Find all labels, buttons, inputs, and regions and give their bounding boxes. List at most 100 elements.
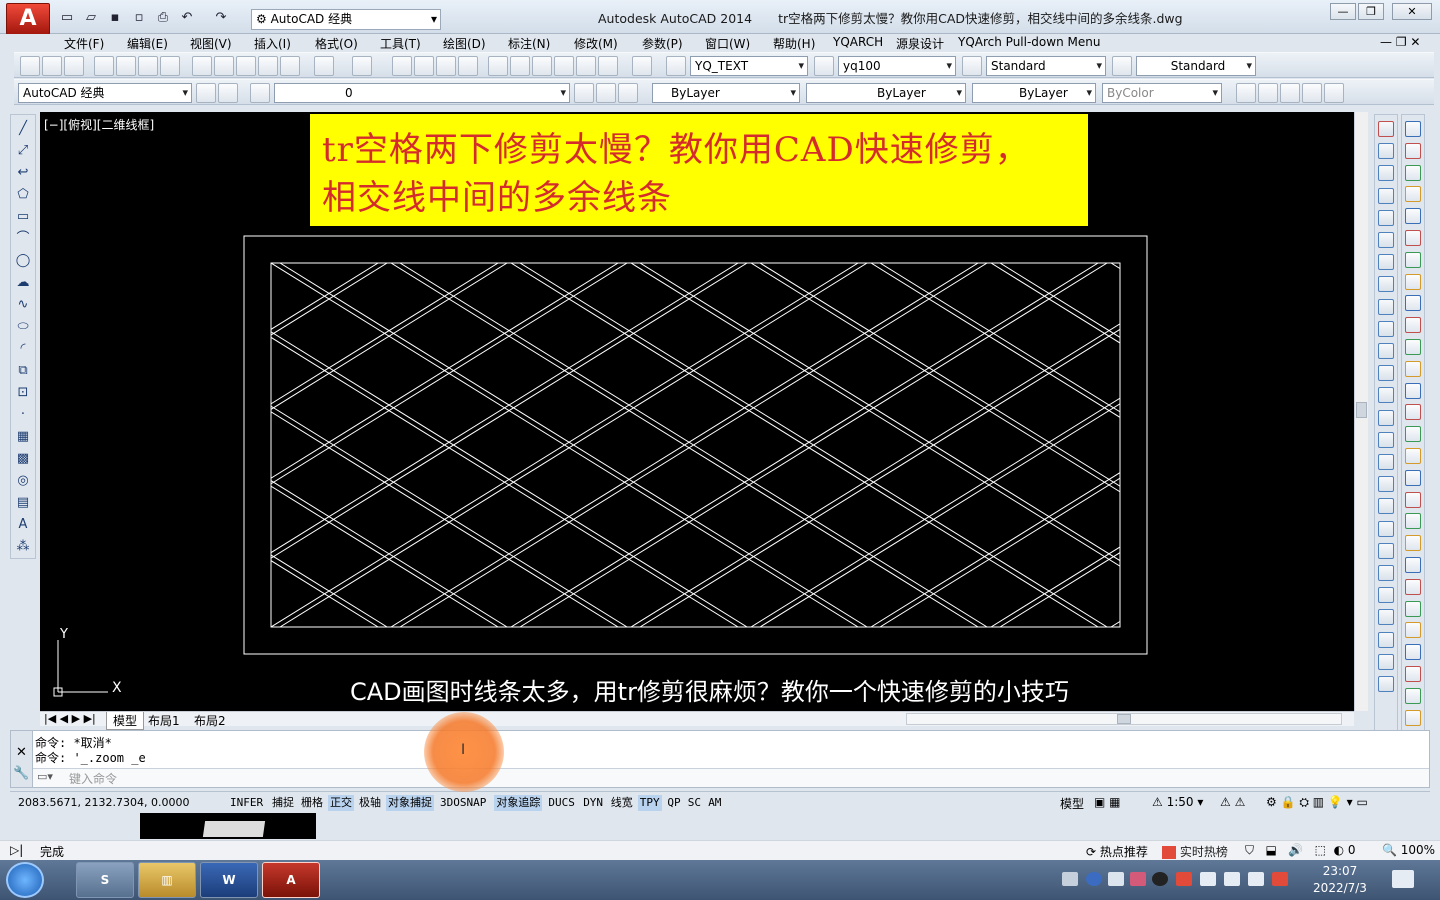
- tab-layout2[interactable]: 布局2: [192, 712, 228, 729]
- reference-icon[interactable]: [1378, 676, 1394, 692]
- status-toggle-11[interactable]: TPY: [637, 795, 662, 811]
- workspace-settings-icon[interactable]: [196, 83, 216, 103]
- 3d-dwf-icon[interactable]: [160, 56, 180, 76]
- command-prompt-icon[interactable]: ▭▾: [37, 770, 53, 783]
- status-toggle-1[interactable]: 捕捉: [270, 795, 296, 811]
- yqarch-tool-3-icon[interactable]: [1405, 186, 1421, 203]
- add-selected-icon[interactable]: ⁂: [14, 539, 32, 555]
- hatch-line[interactable]: [40, 263, 258, 627]
- tab-model[interactable]: 模型: [106, 712, 145, 730]
- table-style-icon[interactable]: [962, 56, 982, 76]
- flag-icon[interactable]: [1272, 872, 1288, 886]
- redo-icon[interactable]: ↷: [212, 9, 230, 27]
- table-icon[interactable]: ▤: [14, 495, 32, 511]
- gradient-icon[interactable]: ▩: [14, 451, 32, 467]
- menu-window[interactable]: 窗口(W): [705, 35, 750, 52]
- copy-icon[interactable]: [214, 56, 234, 76]
- linetype-dropdown[interactable]: ByLayer: [806, 83, 966, 103]
- menu-help[interactable]: 帮助(H): [773, 35, 815, 52]
- hatch-line[interactable]: [870, 263, 1354, 627]
- status-toggle-14[interactable]: AM: [706, 795, 723, 811]
- yqarch-tool-22-icon[interactable]: [1405, 600, 1421, 617]
- menu-draw[interactable]: 绘图(D): [443, 35, 486, 52]
- rotate-icon[interactable]: [1378, 254, 1394, 271]
- workspace-dropdown-2[interactable]: AutoCAD 经典: [18, 83, 192, 103]
- draworder-icon[interactable]: [1378, 520, 1394, 537]
- design-center-icon[interactable]: [510, 56, 530, 76]
- polygonal-viewport-icon[interactable]: [1280, 83, 1300, 103]
- customize-icon[interactable]: 🔧: [11, 766, 32, 781]
- color-dropdown[interactable]: ByLayer: [652, 83, 800, 103]
- yqarch-tool-4-icon[interactable]: [1405, 208, 1421, 225]
- pan-icon[interactable]: [392, 56, 412, 76]
- table-style-dropdown[interactable]: Standard: [986, 56, 1106, 76]
- edit-text-icon[interactable]: [1378, 631, 1394, 648]
- hatch-line[interactable]: [40, 263, 619, 627]
- menu-edit[interactable]: 编辑(E): [127, 35, 168, 52]
- yqarch-tool-27-icon[interactable]: [1405, 709, 1421, 726]
- hatch-line[interactable]: [879, 263, 1354, 627]
- mirror-icon[interactable]: [1378, 165, 1394, 182]
- menu-yuanquan[interactable]: 源泉设计: [896, 35, 944, 52]
- status-toggle-0[interactable]: INFER: [228, 795, 265, 811]
- status-toggle-4[interactable]: 极轴: [357, 795, 383, 811]
- yqarch-tool-16-icon[interactable]: [1405, 469, 1421, 486]
- move-icon[interactable]: [1378, 232, 1394, 248]
- zoom-realtime-icon[interactable]: [414, 56, 434, 76]
- workspace-dropdown[interactable]: ⚙ AutoCAD 经典 ▾: [251, 9, 441, 30]
- print-icon[interactable]: ⎙: [154, 9, 172, 27]
- layer-state-icon[interactable]: [618, 83, 638, 103]
- yqarch-tool-0-icon[interactable]: [1405, 121, 1421, 137]
- lineweight-dropdown[interactable]: ByLayer: [972, 83, 1096, 103]
- hatch-line[interactable]: [1119, 263, 1354, 627]
- status-toggle-2[interactable]: 栅格: [299, 795, 325, 811]
- clean-screen-icon[interactable]: [218, 83, 238, 103]
- yqarch-tool-21-icon[interactable]: [1405, 578, 1421, 595]
- circle-icon[interactable]: ◯: [14, 253, 32, 269]
- yqarch-tool-13-icon[interactable]: [1405, 404, 1421, 421]
- multileader-style-dropdown[interactable]: Standard: [1136, 56, 1256, 76]
- menu-dimension[interactable]: 标注(N): [508, 35, 550, 52]
- inner-frame[interactable]: [270, 262, 1121, 628]
- close-command-icon[interactable]: ✕: [11, 745, 32, 760]
- break-at-point-icon[interactable]: [1378, 365, 1394, 382]
- multileader-style-icon[interactable]: [1112, 56, 1132, 76]
- hatch-line[interactable]: [879, 263, 1354, 627]
- layer-walk-icon[interactable]: [1378, 587, 1394, 604]
- yqarch-tool-9-icon[interactable]: [1405, 317, 1421, 334]
- qnew-icon[interactable]: [20, 56, 40, 76]
- yqarch-tool-11-icon[interactable]: [1405, 360, 1421, 377]
- dim-style-icon[interactable]: [814, 56, 834, 76]
- properties-icon[interactable]: [488, 56, 508, 76]
- drawing-canvas[interactable]: [40, 112, 1354, 711]
- hatch-line[interactable]: [40, 263, 379, 627]
- undo-icon[interactable]: [314, 56, 334, 76]
- keyboard-icon[interactable]: [1062, 872, 1078, 886]
- network-icon[interactable]: [1224, 872, 1240, 886]
- layer-previous-icon[interactable]: [596, 83, 616, 103]
- system-clock[interactable]: 23:07 2022/7/3: [1300, 863, 1380, 897]
- yqarch-tool-8-icon[interactable]: [1405, 295, 1421, 312]
- menu-yqarch-pulldown[interactable]: YQArch Pull-down Menu: [958, 35, 1100, 49]
- hatch-line[interactable]: [40, 263, 258, 627]
- new-file-icon[interactable]: ▭: [58, 9, 76, 27]
- hatch-line[interactable]: [40, 263, 499, 627]
- vertical-scroll-thumb[interactable]: [1356, 402, 1367, 418]
- blend-icon[interactable]: [1378, 476, 1394, 493]
- hatch-line[interactable]: [1240, 263, 1354, 627]
- extend-icon[interactable]: [1378, 343, 1394, 359]
- hatch-line[interactable]: [1240, 263, 1354, 627]
- paste-block-icon[interactable]: [258, 56, 278, 76]
- horizontal-scroll-thumb[interactable]: [1117, 714, 1131, 724]
- layout-quickview-icons[interactable]: ▣ ▦: [1094, 795, 1121, 809]
- yqarch-tool-19-icon[interactable]: [1405, 535, 1421, 552]
- join-icon[interactable]: [1378, 409, 1394, 426]
- redo-icon[interactable]: [352, 56, 372, 76]
- status-toggle-3[interactable]: 正交: [328, 795, 354, 811]
- point-icon[interactable]: ·: [14, 407, 32, 423]
- annotation-visibility-icons[interactable]: ⚠ ⚠: [1220, 795, 1245, 809]
- command-window-handle[interactable]: ✕ 🔧: [11, 731, 33, 787]
- make-current-layer-icon[interactable]: [574, 83, 594, 103]
- hatch-line[interactable]: [40, 263, 138, 627]
- hatch-icon[interactable]: ▦: [14, 429, 32, 445]
